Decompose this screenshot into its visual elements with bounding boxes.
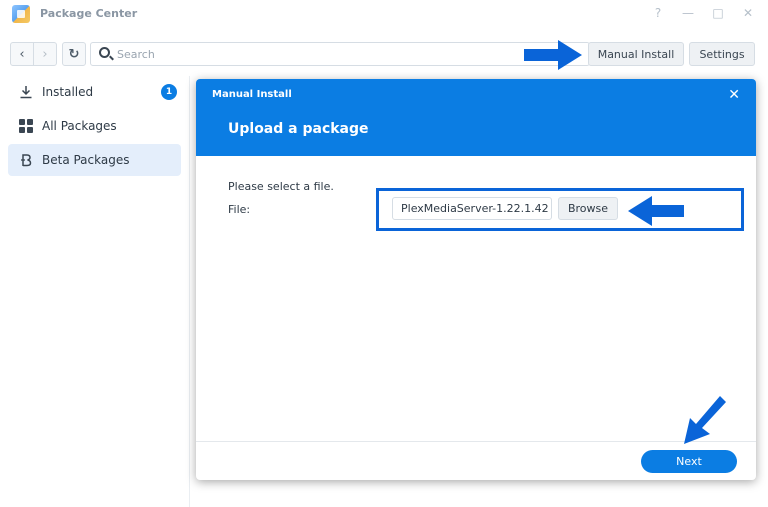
sidebar-item-label: Beta Packages: [42, 153, 130, 167]
annotation-arrow-down-left-icon: [684, 396, 726, 444]
sidebar-item-installed[interactable]: Installed 1: [8, 76, 181, 108]
beta-icon: [18, 152, 34, 168]
dialog-instruction: Please select a file.: [228, 180, 334, 193]
download-icon: [18, 84, 34, 100]
window-title: Package Center: [40, 7, 138, 20]
sidebar-item-all-packages[interactable]: All Packages: [8, 110, 181, 142]
close-icon[interactable]: ✕: [728, 87, 740, 103]
search-input[interactable]: [117, 46, 577, 62]
minimize-icon[interactable]: —: [682, 6, 694, 20]
manual-install-dialog: Manual Install ✕ Upload a package Please…: [196, 79, 756, 480]
forward-button[interactable]: ›: [33, 42, 57, 66]
dialog-footer-divider: [196, 441, 756, 442]
window-controls: ? — □ ✕: [652, 6, 754, 20]
dialog-header: Manual Install ✕ Upload a package: [196, 79, 756, 156]
close-window-icon[interactable]: ✕: [742, 6, 754, 20]
dialog-title: Manual Install: [212, 89, 292, 100]
installed-count-badge: 1: [161, 84, 177, 100]
maximize-icon[interactable]: □: [712, 6, 724, 20]
sidebar: Installed 1 All Packages Beta Packages: [0, 76, 190, 507]
sidebar-item-label: All Packages: [42, 119, 117, 133]
back-button[interactable]: ‹: [10, 42, 34, 66]
refresh-icon: ↻: [68, 46, 80, 62]
sidebar-item-label: Installed: [42, 85, 94, 99]
grid-icon: [18, 118, 34, 134]
search-icon: [99, 47, 110, 58]
file-label: File:: [228, 203, 251, 216]
toolbar: ‹ › ↻ Manual Install Settings: [0, 38, 768, 70]
title-bar: Package Center ? — □ ✕: [0, 0, 768, 30]
search-box[interactable]: [90, 42, 590, 66]
next-button[interactable]: Next: [641, 450, 737, 473]
annotation-arrow-left-icon: [628, 196, 684, 226]
help-icon[interactable]: ?: [652, 6, 664, 20]
manual-install-button[interactable]: Manual Install: [588, 42, 684, 66]
package-center-icon: [12, 5, 30, 23]
chevron-right-icon: ›: [42, 46, 48, 62]
settings-button[interactable]: Settings: [689, 42, 755, 66]
browse-button[interactable]: Browse: [558, 197, 618, 220]
file-path-field[interactable]: PlexMediaServer-1.22.1.42: [392, 197, 552, 220]
refresh-button[interactable]: ↻: [62, 42, 86, 66]
sidebar-item-beta-packages[interactable]: Beta Packages: [8, 144, 181, 176]
annotation-arrow-right-icon: [524, 40, 582, 70]
dialog-heading: Upload a package: [228, 121, 369, 137]
chevron-left-icon: ‹: [19, 46, 25, 62]
